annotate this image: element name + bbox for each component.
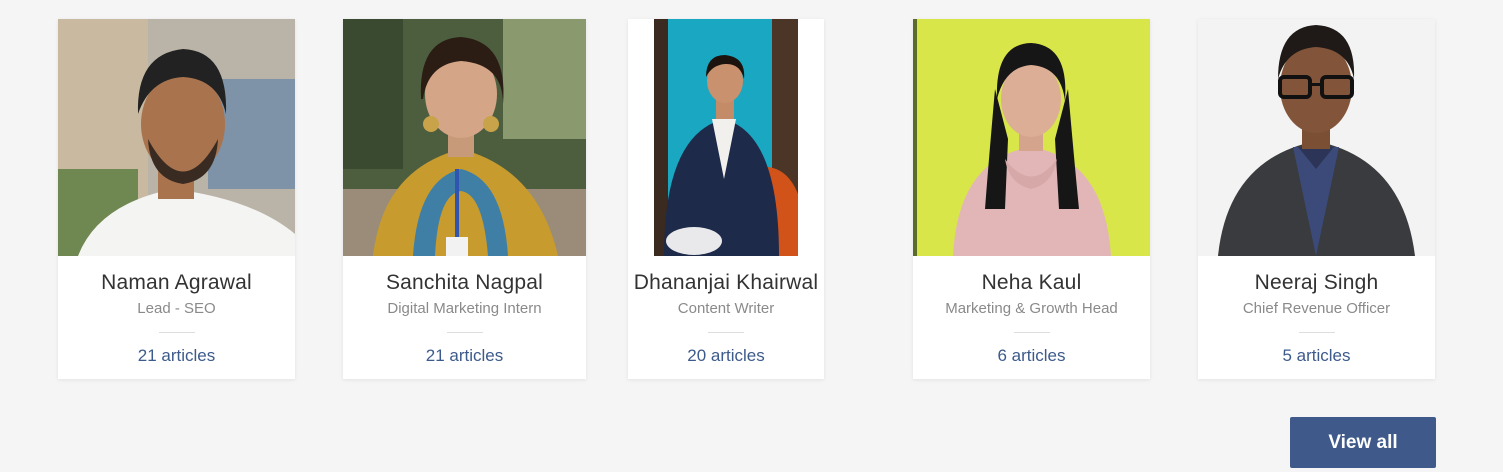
author-name[interactable]: Naman Agrawal — [58, 271, 295, 295]
author-role: Content Writer — [677, 300, 775, 317]
author-photo[interactable] — [343, 19, 586, 256]
divider — [1298, 332, 1335, 333]
author-card[interactable]: Neha Kaul Marketing & Growth Head 6 arti… — [913, 19, 1150, 379]
author-role: Lead - SEO — [137, 300, 216, 317]
author-name[interactable]: Neeraj Singh — [1198, 271, 1435, 295]
author-photo[interactable] — [654, 19, 798, 256]
author-name[interactable]: Neha Kaul — [913, 271, 1150, 295]
author-photo[interactable] — [913, 19, 1150, 256]
divider — [446, 332, 483, 333]
author-articles-link[interactable]: 5 articles — [1198, 346, 1435, 366]
divider — [1013, 332, 1050, 333]
author-name[interactable]: Dhananjai Khairwal — [628, 271, 824, 295]
author-card[interactable]: Dhananjai Khairwal Content Writer 20 art… — [628, 19, 824, 379]
divider — [708, 332, 744, 333]
author-articles-link[interactable]: 6 articles — [913, 346, 1150, 366]
author-card[interactable]: Sanchita Nagpal Digital Marketing Intern… — [343, 19, 586, 379]
divider — [158, 332, 195, 333]
author-role: Marketing & Growth Head — [945, 300, 1118, 317]
author-name[interactable]: Sanchita Nagpal — [343, 271, 586, 295]
author-articles-link[interactable]: 21 articles — [58, 346, 295, 366]
author-role: Chief Revenue Officer — [1242, 300, 1391, 317]
author-photo[interactable] — [1198, 19, 1435, 256]
author-articles-link[interactable]: 21 articles — [343, 346, 586, 366]
author-role: Digital Marketing Intern — [387, 300, 542, 317]
author-card[interactable]: Naman Agrawal Lead - SEO 21 articles — [58, 19, 295, 379]
author-card[interactable]: Neeraj Singh Chief Revenue Officer 5 art… — [1198, 19, 1435, 379]
author-articles-link[interactable]: 20 articles — [628, 346, 824, 366]
view-all-button[interactable]: View all — [1290, 417, 1436, 468]
author-photo[interactable] — [58, 19, 295, 256]
